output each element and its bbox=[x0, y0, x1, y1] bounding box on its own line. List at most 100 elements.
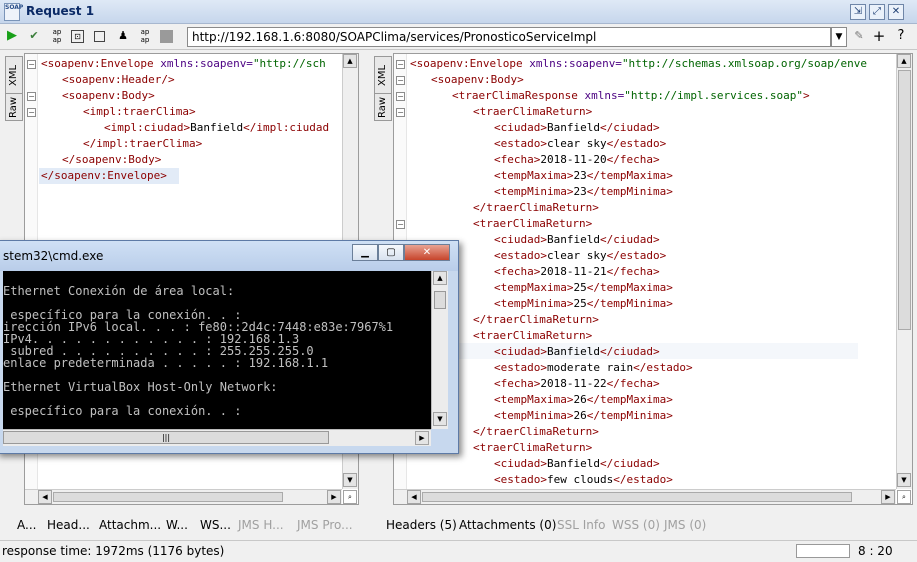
xml-token: </tempMinima> bbox=[586, 297, 673, 310]
add-icon[interactable]: + bbox=[871, 28, 887, 44]
scroll-up-icon[interactable]: ▲ bbox=[343, 54, 357, 68]
response-scroll-thumb[interactable] bbox=[898, 70, 911, 330]
tab-request-xml[interactable]: XML bbox=[5, 56, 23, 94]
xml-token: <soapenv:Envelope bbox=[410, 57, 530, 70]
xml-token: </ciudad> bbox=[599, 345, 660, 358]
xml-token: </impl:traerClima> bbox=[83, 137, 203, 150]
response-scroll-thumb-h[interactable] bbox=[422, 492, 852, 502]
fold-icon[interactable]: − bbox=[27, 60, 36, 69]
xml-token: </soapenv:Envelope> bbox=[41, 169, 167, 182]
user-icon[interactable]: ♟ bbox=[115, 28, 131, 44]
tab-response-raw[interactable]: Raw bbox=[374, 93, 392, 121]
response-horizontal-scrollbar[interactable]: ◀ ▶ bbox=[394, 489, 896, 504]
xml-token: </soapenv:Body> bbox=[62, 153, 162, 166]
scroll-up-icon[interactable]: ▲ bbox=[897, 54, 911, 68]
xml-token: <soapenv:Header/> bbox=[62, 73, 175, 86]
xml-token: </impl:ciudad bbox=[243, 121, 330, 134]
wsrm-icon[interactable]: ap ap bbox=[137, 28, 153, 44]
xml-token: </tempMinima> bbox=[586, 185, 673, 198]
close-icon[interactable]: ✕ bbox=[888, 4, 904, 20]
fold-icon[interactable]: − bbox=[396, 76, 405, 85]
xml-token: <ciudad> bbox=[494, 345, 547, 358]
cmd-horizontal-scrollbar[interactable]: ||| ▶ bbox=[3, 429, 431, 446]
request-tab[interactable]: A... bbox=[17, 518, 36, 532]
xml-token: <soapenv:Body> bbox=[431, 73, 524, 86]
response-editor[interactable]: <soapenv:Envelope xmlns:soapenv="http://… bbox=[393, 53, 913, 505]
maximize-icon[interactable]: ⤢ bbox=[869, 4, 885, 20]
scroll-down-icon[interactable]: ▼ bbox=[343, 473, 357, 487]
xml-token: </estado> bbox=[606, 137, 667, 150]
cmd-console[interactable]: Ethernet Conexión de área local: específ… bbox=[3, 271, 431, 429]
xml-token: </estado> bbox=[606, 249, 667, 262]
response-tab[interactable]: WSS (0) bbox=[612, 518, 660, 532]
tab-response-xml[interactable]: XML bbox=[374, 56, 392, 94]
xml-token: 23 bbox=[573, 169, 587, 182]
stop-icon[interactable] bbox=[94, 31, 105, 42]
fold-icon[interactable]: − bbox=[396, 108, 405, 117]
response-tab[interactable]: JMS (0) bbox=[664, 518, 706, 532]
endpoint-url-field[interactable]: http://192.168.1.6:8080/SOAPClima/servic… bbox=[187, 27, 831, 47]
request-tab[interactable]: JMS Pro... bbox=[297, 518, 353, 532]
request-scroll-thumb[interactable] bbox=[53, 492, 283, 502]
fold-icon[interactable]: − bbox=[27, 108, 36, 117]
response-tab[interactable]: SSL Info bbox=[557, 518, 605, 532]
cmd-hscroll-thumb[interactable]: ||| bbox=[3, 431, 329, 444]
xml-token: <tempMaxima> bbox=[494, 169, 574, 182]
tab-request-raw[interactable]: Raw bbox=[5, 93, 23, 121]
scroll-right-icon[interactable]: ▶ bbox=[881, 490, 895, 504]
xml-line: <soapenv:Envelope xmlns:soapenv="http://… bbox=[41, 56, 326, 72]
add-assertion-icon[interactable]: ✔ bbox=[26, 28, 42, 44]
scroll-up-icon[interactable]: ▲ bbox=[433, 271, 447, 285]
scroll-right-icon[interactable]: ▶ bbox=[415, 431, 429, 445]
request-tab[interactable]: Attachm... bbox=[99, 518, 161, 532]
cmd-vertical-scrollbar[interactable]: ▲ ▼ bbox=[431, 271, 448, 429]
scroll-down-icon[interactable]: ▼ bbox=[897, 473, 911, 487]
restore-icon[interactable]: ⇲ bbox=[850, 4, 866, 20]
scroll-down-icon[interactable]: ▼ bbox=[433, 412, 447, 426]
edit-endpoint-icon[interactable]: ✎ bbox=[851, 28, 867, 44]
cmd-scroll-thumb[interactable] bbox=[434, 291, 446, 309]
find-icon[interactable]: ⌕ bbox=[343, 490, 357, 504]
maximize-icon[interactable]: ▢ bbox=[378, 244, 404, 261]
help-icon[interactable]: ? bbox=[893, 28, 909, 44]
attachment-icon[interactable]: ap ap bbox=[49, 28, 65, 44]
xml-token: xmlns= bbox=[584, 89, 625, 102]
xml-token: <traerClimaResponse bbox=[452, 89, 585, 102]
request-tab[interactable]: WS... bbox=[200, 518, 231, 532]
xml-line: </traerClimaReturn> bbox=[473, 200, 599, 216]
response-time: response time: 1972ms (1176 bytes) bbox=[2, 544, 225, 558]
xml-token: </traerClimaReturn> bbox=[473, 313, 599, 326]
xml-token: <traerClimaReturn> bbox=[473, 329, 593, 342]
xml-line: <impl:ciudad>Banfield</impl:ciudad bbox=[104, 120, 329, 136]
fold-icon[interactable]: − bbox=[396, 60, 405, 69]
minimize-icon[interactable]: ▁ bbox=[352, 244, 378, 261]
find-icon[interactable]: ⌕ bbox=[897, 490, 911, 504]
close-icon[interactable]: ✕ bbox=[404, 244, 450, 261]
request-horizontal-scrollbar[interactable]: ◀ ▶ bbox=[25, 489, 342, 504]
cmd-title: stem32\cmd.exe bbox=[3, 249, 104, 263]
request-tab[interactable]: Head... bbox=[47, 518, 90, 532]
cmd-window[interactable]: stem32\cmd.exe ▁ ▢ ✕ Ethernet Conexión d… bbox=[0, 240, 459, 454]
scroll-right-icon[interactable]: ▶ bbox=[327, 490, 341, 504]
play-icon[interactable]: ▶ bbox=[4, 28, 20, 44]
xml-token: </tempMaxima> bbox=[586, 169, 673, 182]
response-vertical-scrollbar[interactable]: ▲ ▼ bbox=[896, 54, 912, 489]
scroll-left-icon[interactable]: ◀ bbox=[407, 490, 421, 504]
xml-token: <tempMinima> bbox=[494, 185, 574, 198]
xml-line: </soapenv:Envelope> bbox=[41, 168, 167, 184]
fold-icon[interactable]: − bbox=[27, 92, 36, 101]
xml-token: </ciudad> bbox=[599, 457, 660, 470]
fold-icon[interactable]: − bbox=[396, 220, 405, 229]
xml-token: > bbox=[803, 89, 810, 102]
fold-icon[interactable]: − bbox=[396, 92, 405, 101]
xml-token: <fecha> bbox=[494, 377, 541, 390]
scroll-left-icon[interactable]: ◀ bbox=[38, 490, 52, 504]
chevron-down-icon[interactable]: ▼ bbox=[831, 27, 847, 47]
wsa-icon[interactable]: ⊡ bbox=[71, 30, 84, 43]
request-tab[interactable]: JMS H... bbox=[238, 518, 284, 532]
response-tab[interactable]: Attachments (0) bbox=[459, 518, 556, 532]
xml-line: </impl:traerClima> bbox=[83, 136, 202, 152]
cancel-icon[interactable] bbox=[160, 30, 173, 43]
request-tab[interactable]: W... bbox=[166, 518, 188, 532]
response-tab[interactable]: Headers (5) bbox=[386, 518, 457, 532]
